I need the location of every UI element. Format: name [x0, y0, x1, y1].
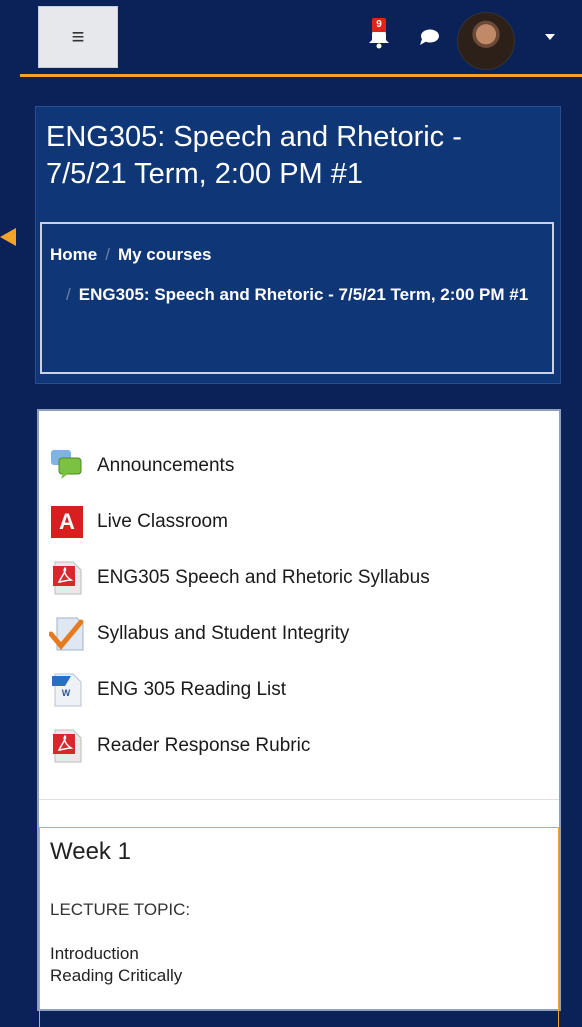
course-header: ENG305: Speech and Rhetoric - 7/5/21 Ter… [35, 106, 561, 384]
lecture-topic-label: LECTURE TOPIC: [50, 900, 191, 919]
pdf-icon [53, 561, 82, 595]
pdf-icon [53, 729, 82, 763]
user-menu-caret-icon[interactable] [545, 34, 555, 40]
week-section: Week 1 LECTURE TOPIC: Introduction Readi… [39, 827, 559, 1027]
page-title: ENG305: Speech and Rhetoric - 7/5/21 Ter… [46, 121, 462, 190]
word-doc-icon: W [52, 673, 82, 707]
activity-label: Syllabus and Student Integrity [97, 623, 350, 644]
hamburger-icon: ≡ [71, 24, 85, 49]
forum-icon [51, 450, 82, 479]
course-content-card: Announcements A Live Classroom ENG305 Sp… [37, 409, 561, 1027]
activity-label: ENG305 Speech and Rhetoric Syllabus [97, 567, 430, 588]
activity-label: Announcements [97, 455, 235, 476]
svg-text:A: A [59, 509, 75, 534]
breadcrumb-separator: / [105, 245, 110, 264]
breadcrumb: Home / My courses / ENG305: Speech and Rhet… [40, 222, 554, 374]
left-accent-arrow [0, 228, 16, 246]
activity-rubric-pdf[interactable]: Reader Response Rubric [49, 728, 310, 764]
activity-syllabus-pdf[interactable]: ENG305 Speech and Rhetoric Syllabus [49, 560, 430, 596]
breadcrumb-home-link[interactable]: Home [50, 245, 97, 264]
adobe-connect-icon: A [51, 506, 83, 538]
week-item: Introduction [50, 944, 139, 963]
top-navbar: ≡ 9 [20, 0, 582, 77]
activity-live-classroom[interactable]: A Live Classroom [49, 504, 228, 540]
section-divider [39, 799, 559, 800]
breadcrumb-current-course-link[interactable]: ENG305: Speech and Rhetoric - 7/5/21 Ter… [79, 285, 528, 304]
activity-label: Reader Response Rubric [97, 735, 311, 756]
notification-badge: 9 [372, 18, 386, 32]
activity-label: ENG 305 Reading List [97, 679, 287, 700]
svg-text:W: W [62, 688, 71, 698]
week-title: Week 1 [50, 838, 131, 865]
breadcrumb-my-courses-link[interactable]: My courses [118, 245, 212, 264]
breadcrumb-separator: / [66, 285, 71, 304]
activity-label: Live Classroom [97, 511, 228, 532]
activity-announcements[interactable]: Announcements [49, 448, 234, 484]
activity-reading-list[interactable]: W ENG 305 Reading List [49, 672, 286, 708]
checkmark-assignment-icon [49, 617, 84, 651]
week-item: Reading Critically [50, 966, 183, 985]
chat-bubble-icon[interactable] [418, 28, 440, 46]
user-avatar[interactable] [457, 12, 515, 70]
activity-syllabus-integrity[interactable]: Syllabus and Student Integrity [49, 616, 349, 652]
hamburger-menu-button[interactable]: ≡ [38, 6, 118, 68]
